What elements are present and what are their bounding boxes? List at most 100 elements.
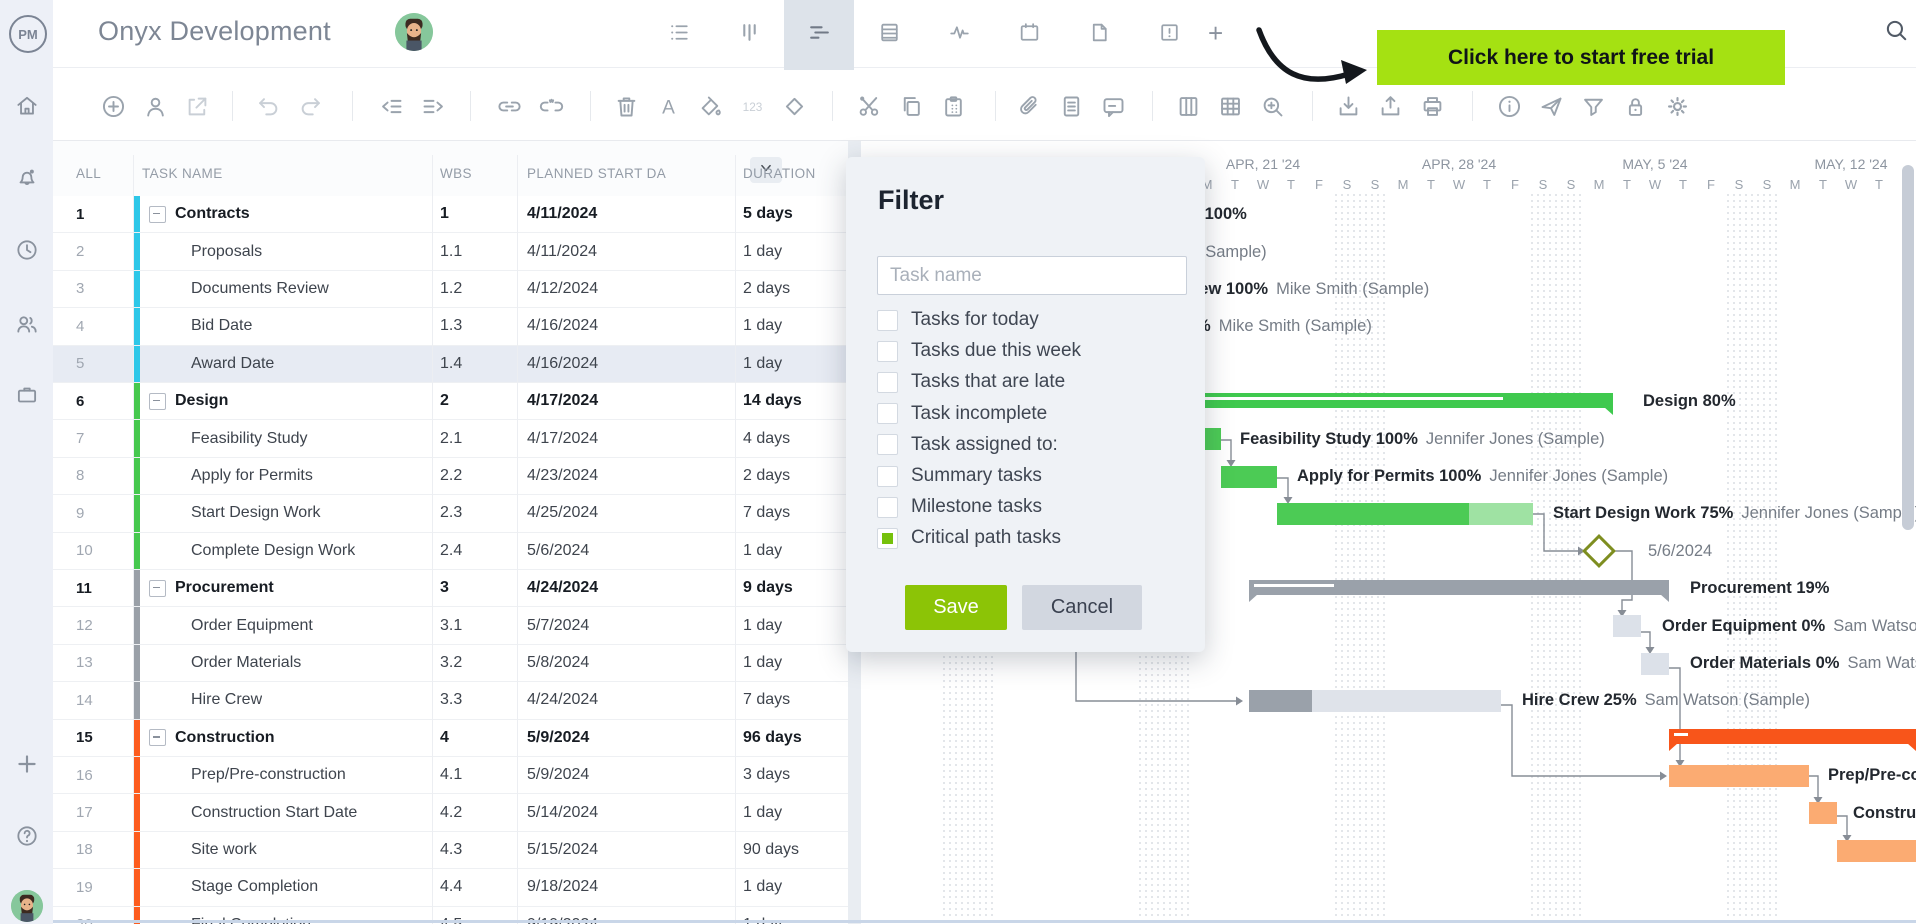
planned-start-cell[interactable]: 4/16/2024	[517, 346, 735, 382]
link-icon[interactable]	[496, 93, 523, 120]
task-bar[interactable]	[1277, 503, 1533, 525]
filter-option[interactable]: Task assigned to:	[877, 432, 1058, 458]
user-avatar[interactable]	[11, 890, 43, 922]
planned-start-cell[interactable]: 4/25/2024	[517, 495, 735, 531]
checkbox[interactable]	[877, 497, 898, 518]
task-name-cell[interactable]: Feasibility Study	[133, 420, 432, 456]
notes-icon[interactable]	[1058, 93, 1085, 120]
duration-cell[interactable]: 1 day	[735, 346, 848, 382]
duration-cell[interactable]: 9 days	[735, 570, 848, 606]
wbs-cell[interactable]: 1.4	[432, 346, 517, 382]
tab-sheet-view[interactable]	[854, 0, 924, 70]
zoom-in-icon[interactable]	[1259, 93, 1286, 120]
planned-start-cell[interactable]: 5/6/2024	[517, 533, 735, 569]
table-row[interactable]: 16Prep/Pre-construction4.15/9/20243 days	[53, 757, 848, 794]
table-row[interactable]: 7Feasibility Study2.14/17/20244 days	[53, 420, 848, 457]
table-row[interactable]: 6Design24/17/202414 days	[53, 383, 848, 420]
task-name-cell[interactable]: Design	[133, 383, 432, 419]
table-row[interactable]: 2Proposals1.14/11/20241 day	[53, 233, 848, 270]
checkbox[interactable]	[877, 341, 898, 362]
duration-cell[interactable]: 14 days	[735, 383, 848, 419]
checkbox[interactable]	[877, 434, 898, 455]
sidebar-notifications-icon[interactable]	[14, 164, 40, 190]
planned-start-cell[interactable]: 5/7/2024	[517, 607, 735, 643]
task-name-cell[interactable]: Construction Start Date	[133, 794, 432, 830]
sidebar-team-icon[interactable]	[14, 311, 40, 337]
summary-bar[interactable]	[1249, 580, 1669, 595]
duration-cell[interactable]: 1 day	[735, 308, 848, 344]
task-name-cell[interactable]: Prep/Pre-construction	[133, 757, 432, 793]
wbs-cell[interactable]: 3.3	[432, 682, 517, 718]
print-icon[interactable]	[1419, 93, 1446, 120]
planned-start-cell[interactable]: 5/14/2024	[517, 794, 735, 830]
tab-gantt-view[interactable]	[784, 0, 854, 70]
add-task-icon[interactable]	[100, 93, 127, 120]
milestone-diamond[interactable]	[1582, 534, 1616, 568]
gantt-vertical-scrollbar[interactable]	[1902, 165, 1914, 530]
table-row[interactable]: 4Bid Date1.34/16/20241 day	[53, 308, 848, 345]
task-name-cell[interactable]: Contracts	[133, 196, 432, 232]
wbs-cell[interactable]: 1	[432, 196, 517, 232]
task-name-cell[interactable]: Apply for Permits	[133, 458, 432, 494]
copy-icon[interactable]	[898, 93, 925, 120]
comment-icon[interactable]	[1100, 93, 1127, 120]
table-row[interactable]: 18Site work4.35/15/202490 days	[53, 832, 848, 869]
filter-option[interactable]: Milestone tasks	[877, 494, 1042, 520]
task-bar[interactable]	[1249, 690, 1501, 712]
checkbox-checked[interactable]	[877, 528, 898, 549]
col-header-all[interactable]: ALL	[76, 166, 101, 181]
task-bar[interactable]	[1641, 653, 1669, 675]
duration-cell[interactable]: 1 day	[735, 645, 848, 681]
tab-calendar-view[interactable]	[994, 0, 1064, 70]
task-name-cell[interactable]: Bid Date	[133, 308, 432, 344]
planned-start-cell[interactable]: 5/9/2024	[517, 720, 735, 756]
task-name-cell[interactable]: Procurement	[133, 570, 432, 606]
task-name-cell[interactable]: Order Equipment	[133, 607, 432, 643]
filter-option[interactable]: Summary tasks	[877, 463, 1042, 489]
planned-start-cell[interactable]: 4/17/2024	[517, 420, 735, 456]
unlink-icon[interactable]	[538, 93, 565, 120]
checkbox[interactable]	[877, 372, 898, 393]
sidebar-home-icon[interactable]	[14, 93, 40, 119]
duration-cell[interactable]: 7 days	[735, 495, 848, 531]
checkbox[interactable]	[877, 310, 898, 331]
trial-banner[interactable]: Click here to start free trial	[1377, 30, 1785, 85]
columns-icon[interactable]	[1175, 93, 1202, 120]
duration-cell[interactable]: 4 days	[735, 420, 848, 456]
col-header-wbs[interactable]: WBS	[440, 166, 472, 181]
undo-icon[interactable]	[255, 93, 282, 120]
export-icon[interactable]	[1377, 93, 1404, 120]
wbs-cell[interactable]: 4.2	[432, 794, 517, 830]
planned-start-cell[interactable]: 4/23/2024	[517, 458, 735, 494]
task-bar[interactable]	[1613, 615, 1641, 637]
task-bar[interactable]	[1221, 466, 1277, 488]
task-name-cell[interactable]: Proposals	[133, 233, 432, 269]
task-name-cell[interactable]: Hire Crew	[133, 682, 432, 718]
filter-option[interactable]: Tasks that are late	[877, 369, 1065, 395]
table-row[interactable]: 17Construction Start Date4.25/14/20241 d…	[53, 794, 848, 831]
pm-logo[interactable]: PM	[9, 15, 47, 53]
milestone-icon[interactable]	[781, 93, 808, 120]
settings-icon[interactable]	[1664, 93, 1691, 120]
paste-icon[interactable]	[940, 93, 967, 120]
task-name-cell[interactable]: Start Design Work	[133, 495, 432, 531]
task-name-cell[interactable]: Stage Completion	[133, 869, 432, 905]
duration-cell[interactable]: 1 day	[735, 869, 848, 905]
sidebar-portfolio-icon[interactable]	[14, 382, 40, 408]
attachment-icon[interactable]	[1016, 93, 1043, 120]
planned-start-cell[interactable]: 5/8/2024	[517, 645, 735, 681]
cut-icon[interactable]	[856, 93, 883, 120]
wbs-cell[interactable]: 3	[432, 570, 517, 606]
wbs-cell[interactable]: 3.2	[432, 645, 517, 681]
filter-option[interactable]: Tasks for today	[877, 307, 1039, 333]
save-button[interactable]: Save	[905, 585, 1007, 630]
col-header-task-name[interactable]: TASK NAME	[142, 166, 223, 181]
share-icon[interactable]	[184, 93, 211, 120]
duration-cell[interactable]: 1 day	[735, 533, 848, 569]
planned-start-cell[interactable]: 4/17/2024	[517, 383, 735, 419]
wbs-cell[interactable]: 1.2	[432, 271, 517, 307]
info-icon[interactable]	[1496, 93, 1523, 120]
planned-start-cell[interactable]: 4/11/2024	[517, 233, 735, 269]
planned-start-cell[interactable]: 4/24/2024	[517, 682, 735, 718]
lock-icon[interactable]	[1622, 93, 1649, 120]
